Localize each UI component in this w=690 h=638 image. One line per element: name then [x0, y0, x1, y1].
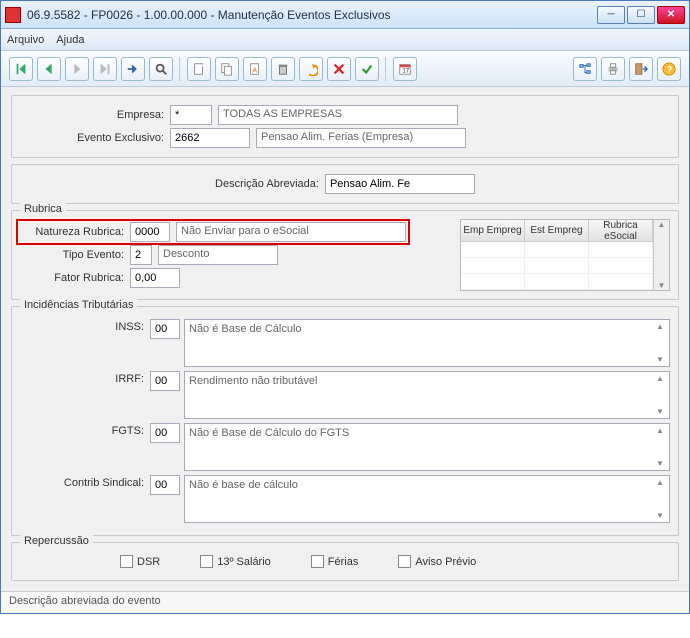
menu-arquivo[interactable]: Arquivo — [7, 34, 44, 46]
table-col3[interactable]: Rubrica eSocial — [589, 220, 653, 242]
table-col1[interactable]: Emp Empreg — [461, 220, 525, 242]
svg-text:17: 17 — [402, 67, 409, 74]
delete-button[interactable] — [271, 57, 295, 81]
irrf-desc: Rendimento não tributável ▲▼ — [184, 371, 670, 419]
repercussao-legend: Repercussão — [20, 535, 93, 547]
evento-label: Evento Exclusivo: — [20, 132, 170, 144]
rubrica-table[interactable]: Emp Empreg Est Empreg Rubrica eSocial ▲ … — [460, 219, 670, 291]
title-bar: 06.9.5582 - FP0026 - 1.00.00.000 - Manut… — [1, 1, 689, 29]
fator-input[interactable] — [130, 268, 180, 288]
scroll-down-icon[interactable]: ▼ — [656, 407, 664, 416]
table-col2[interactable]: Est Empreg — [525, 220, 589, 242]
close-button[interactable]: ✕ — [657, 6, 685, 24]
print-button[interactable] — [601, 57, 625, 81]
irrf-code-input[interactable] — [150, 371, 180, 391]
scroll-down-icon[interactable]: ▼ — [656, 355, 664, 364]
scroll-down-icon[interactable]: ▼ — [658, 281, 666, 290]
last-button[interactable] — [93, 57, 117, 81]
descabrev-panel: Descrição Abreviada: — [11, 164, 679, 204]
incidencias-legend: Incidências Tributárias — [20, 299, 137, 311]
incidencias-fieldset: Incidências Tributárias INSS: Não é Base… — [11, 306, 679, 536]
edit-button[interactable]: A — [243, 57, 267, 81]
aviso-checkbox[interactable]: Aviso Prévio — [398, 555, 476, 568]
dsr-checkbox[interactable]: DSR — [120, 555, 160, 568]
status-bar: Descrição abreviada do evento — [1, 591, 689, 613]
fgts-desc: Não é Base de Cálculo do FGTS ▲▼ — [184, 423, 670, 471]
tipoevt-label: Tipo Evento: — [20, 249, 130, 261]
empresa-code-input[interactable] — [170, 105, 212, 125]
content-area: Empresa: TODAS AS EMPRESAS Evento Exclus… — [1, 87, 689, 591]
natureza-code-input[interactable] — [130, 222, 170, 242]
menu-ajuda[interactable]: Ajuda — [56, 34, 84, 46]
goto-button[interactable] — [121, 57, 145, 81]
empresa-label: Empresa: — [20, 109, 170, 121]
header-panel: Empresa: TODAS AS EMPRESAS Evento Exclus… — [11, 95, 679, 158]
descabrev-label: Descrição Abreviada: — [215, 178, 325, 190]
window-title: 06.9.5582 - FP0026 - 1.00.00.000 - Manut… — [27, 8, 597, 22]
fgts-label: FGTS: — [20, 425, 150, 437]
scroll-down-icon[interactable]: ▼ — [656, 459, 664, 468]
sind-label: Contrib Sindical: — [20, 477, 150, 489]
scroll-down-icon[interactable]: ▼ — [656, 511, 664, 520]
search-button[interactable] — [149, 57, 173, 81]
repercussao-fieldset: Repercussão DSR 13º Salário Férias Aviso… — [11, 542, 679, 581]
tipoevt-desc: Desconto — [158, 245, 278, 265]
inss-label: INSS: — [20, 321, 150, 333]
svg-text:A: A — [252, 67, 257, 74]
decimo-checkbox[interactable]: 13º Salário — [200, 555, 271, 568]
copy-button[interactable] — [215, 57, 239, 81]
new-button[interactable] — [187, 57, 211, 81]
fator-label: Fator Rubrica: — [20, 272, 130, 284]
maximize-button[interactable]: ☐ — [627, 6, 655, 24]
empresa-desc: TODAS AS EMPRESAS — [218, 105, 458, 125]
help-button[interactable]: ? — [657, 57, 681, 81]
undo-button[interactable] — [299, 57, 323, 81]
natureza-desc: Não Enviar para o eSocial — [176, 222, 406, 242]
scroll-up-icon[interactable]: ▲ — [656, 426, 664, 435]
prev-button[interactable] — [37, 57, 61, 81]
descabrev-input[interactable] — [325, 174, 475, 194]
toolbar: A 17 ? — [1, 51, 689, 87]
app-icon — [5, 7, 21, 23]
app-window: 06.9.5582 - FP0026 - 1.00.00.000 - Manut… — [0, 0, 690, 614]
rubrica-fieldset: Rubrica Natureza Rubrica: Não Enviar par… — [11, 210, 679, 300]
fgts-code-input[interactable] — [150, 423, 180, 443]
sind-desc: Não é base de cálculo ▲▼ — [184, 475, 670, 523]
confirm-button[interactable] — [355, 57, 379, 81]
scroll-up-icon[interactable]: ▲ — [658, 220, 666, 229]
exit-button[interactable] — [629, 57, 653, 81]
ferias-checkbox[interactable]: Férias — [311, 555, 359, 568]
inss-code-input[interactable] — [150, 319, 180, 339]
evento-desc: Pensao Alim. Ferias (Empresa) — [256, 128, 466, 148]
cancel-button[interactable] — [327, 57, 351, 81]
first-button[interactable] — [9, 57, 33, 81]
relations-button[interactable] — [573, 57, 597, 81]
table-scrollbar[interactable]: ▲ ▼ — [653, 220, 669, 290]
inss-desc: Não é Base de Cálculo ▲▼ — [184, 319, 670, 367]
sind-code-input[interactable] — [150, 475, 180, 495]
tipoevt-code-input[interactable] — [130, 245, 152, 265]
natureza-label: Natureza Rubrica: — [20, 226, 130, 238]
scroll-up-icon[interactable]: ▲ — [656, 478, 664, 487]
rubrica-legend: Rubrica — [20, 203, 66, 215]
next-button[interactable] — [65, 57, 89, 81]
scroll-up-icon[interactable]: ▲ — [656, 374, 664, 383]
evento-code-input[interactable] — [170, 128, 250, 148]
scroll-up-icon[interactable]: ▲ — [656, 322, 664, 331]
menu-bar: Arquivo Ajuda — [1, 29, 689, 51]
minimize-button[interactable]: ─ — [597, 6, 625, 24]
calendar-button[interactable]: 17 — [393, 57, 417, 81]
svg-text:?: ? — [667, 64, 672, 74]
window-controls: ─ ☐ ✕ — [597, 6, 685, 24]
irrf-label: IRRF: — [20, 373, 150, 385]
